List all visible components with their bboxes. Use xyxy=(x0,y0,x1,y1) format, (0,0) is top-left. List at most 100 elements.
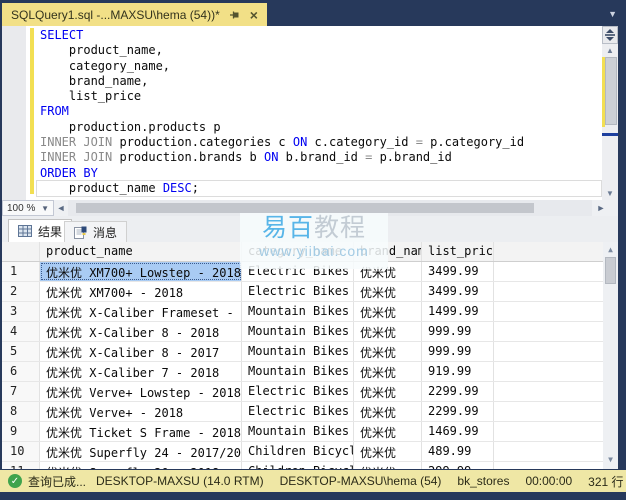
cell-product-name[interactable]: 优米优 Ticket S Frame - 2018 xyxy=(40,422,242,441)
cell-product-name[interactable]: 优米优 XM700+ - 2018 xyxy=(40,282,242,301)
grid-corner-cell[interactable] xyxy=(2,242,40,261)
row-number-cell[interactable]: 1 xyxy=(2,262,40,281)
row-number-cell[interactable]: 7 xyxy=(2,382,40,401)
cell-list-price[interactable]: 2299.99 xyxy=(422,382,494,401)
row-number-cell[interactable]: 8 xyxy=(2,402,40,421)
cell-category-name[interactable]: Mountain Bikes xyxy=(242,422,354,441)
row-filler xyxy=(494,342,618,361)
cell-list-price[interactable]: 299.99 xyxy=(422,462,494,469)
cell-category-name[interactable]: Mountain Bikes xyxy=(242,362,354,381)
cell-list-price[interactable]: 489.99 xyxy=(422,442,494,461)
split-window-grip-icon[interactable] xyxy=(602,26,618,44)
horizontal-scroll-track[interactable] xyxy=(68,200,592,216)
cell-product-name[interactable]: 优米优 Verve+ Lowstep - 2018 xyxy=(40,382,242,401)
scroll-down-icon[interactable]: ▼ xyxy=(602,187,618,200)
horizontal-scroll-thumb[interactable] xyxy=(76,203,534,213)
cell-brand-name[interactable]: 优米优 xyxy=(354,382,422,401)
pin-icon[interactable] xyxy=(228,8,242,22)
column-header-category-name[interactable]: category_name xyxy=(242,242,354,261)
cell-brand-name[interactable]: 优米优 xyxy=(354,462,422,469)
row-number-cell[interactable]: 5 xyxy=(2,342,40,361)
cell-brand-name[interactable]: 优米优 xyxy=(354,322,422,341)
cell-list-price[interactable]: 1469.99 xyxy=(422,422,494,441)
row-number-cell[interactable]: 6 xyxy=(2,362,40,381)
cell-product-name[interactable]: 优米优 X-Caliber 8 - 2018 xyxy=(40,322,242,341)
close-icon[interactable]: × xyxy=(250,8,258,22)
row-number-cell[interactable]: 2 xyxy=(2,282,40,301)
cell-list-price[interactable]: 1499.99 xyxy=(422,302,494,321)
row-filler xyxy=(494,442,618,461)
column-header-product-name[interactable]: product_name xyxy=(40,242,242,261)
row-number-cell[interactable]: 9 xyxy=(2,422,40,441)
tab-results[interactable]: 结果 xyxy=(8,219,73,242)
cell-list-price[interactable]: 999.99 xyxy=(422,342,494,361)
cell-category-name[interactable]: Mountain Bikes xyxy=(242,302,354,321)
cell-product-name[interactable]: 优米优 X-Caliber 7 - 2018 xyxy=(40,362,242,381)
tab-messages-label: 消息 xyxy=(93,225,118,240)
cell-brand-name[interactable]: 优米优 xyxy=(354,302,422,321)
editor-bottom-bar: 100 % ▼ ◄ ► xyxy=(2,200,618,216)
document-tab[interactable]: SQLQuery1.sql -...MAXSU\hema (54))* × xyxy=(2,3,267,26)
query-status-text: 查询已成... xyxy=(28,474,87,489)
code-area[interactable]: SELECT product_name, category_name, brand_n… xyxy=(2,28,602,196)
scroll-down-icon[interactable]: ▼ xyxy=(603,453,618,466)
editor-scroll-track[interactable] xyxy=(602,57,618,187)
chevron-down-icon: ▼ xyxy=(41,203,49,213)
column-header-list-price[interactable]: list_price xyxy=(422,242,494,261)
cell-category-name[interactable]: Electric Bikes xyxy=(242,402,354,421)
cell-product-name[interactable]: 优米优 Superfly 24 - 2017/2018 xyxy=(40,442,242,461)
cell-brand-name[interactable]: 优米优 xyxy=(354,422,422,441)
code-line: product_name, xyxy=(68,43,163,58)
table-row: 3优米优 X-Caliber Frameset - 2018Mountain B… xyxy=(2,302,618,322)
cell-category-name[interactable]: Electric Bikes xyxy=(242,262,354,281)
document-tab-bar: SQLQuery1.sql -...MAXSU\hema (54))* × ▼ xyxy=(0,0,626,26)
scroll-left-icon[interactable]: ◄ xyxy=(54,200,68,216)
table-row: 4 优米优 X-Caliber 8 - 2018 Mountain Bikes 优米优… xyxy=(2,322,618,342)
results-vertical-scrollbar[interactable]: ▲ ▼ xyxy=(603,242,618,469)
cell-product-name[interactable]: 优米优 Superfly 20 - 2018 xyxy=(40,462,242,469)
table-row: 11优米优 Superfly 20 - 2018Children Bicycle… xyxy=(2,462,618,469)
table-row: 10 优米优 Superfly 24 - 2017/2018 Children Bi… xyxy=(2,442,618,462)
row-filler xyxy=(494,462,618,469)
cell-category-name[interactable]: Mountain Bikes xyxy=(242,342,354,361)
cell-product-name[interactable]: 优米优 Verve+ - 2018 xyxy=(40,402,242,421)
cell-product-name[interactable]: 优米优 XM700+ Lowstep - 2018 xyxy=(40,262,242,281)
column-header-brand-name[interactable]: brand_name xyxy=(354,242,422,261)
cell-list-price[interactable]: 3499.99 xyxy=(422,282,494,301)
row-filler xyxy=(494,282,618,301)
results-scroll-thumb[interactable] xyxy=(605,257,616,284)
table-row: 6 优米优 X-Caliber 7 - 2018 Mountain Bikes 优米优… xyxy=(2,362,618,382)
editor-scroll-thumb[interactable] xyxy=(605,57,617,125)
tab-list-chevron-icon[interactable]: ▼ xyxy=(608,9,617,19)
cell-category-name[interactable]: Mountain Bikes xyxy=(242,322,354,341)
cell-list-price[interactable]: 2299.99 xyxy=(422,402,494,421)
editor-vertical-scrollbar[interactable]: ▲ ▼ xyxy=(602,26,618,200)
cell-category-name[interactable]: Electric Bikes xyxy=(242,282,354,301)
row-number-cell[interactable]: 3 xyxy=(2,302,40,321)
cell-brand-name[interactable]: 优米优 xyxy=(354,282,422,301)
row-number-cell[interactable]: 11 xyxy=(2,462,40,469)
scroll-up-icon[interactable]: ▲ xyxy=(603,243,618,256)
tab-results-label: 结果 xyxy=(38,224,63,239)
cell-list-price[interactable]: 919.99 xyxy=(422,362,494,381)
server-name: DESKTOP-MAXSU (14.0 RTM) xyxy=(96,474,264,488)
cell-brand-name[interactable]: 优米优 xyxy=(354,402,422,421)
cell-brand-name[interactable]: 优米优 xyxy=(354,342,422,361)
cell-category-name[interactable]: Children Bicycles xyxy=(242,442,354,461)
scroll-right-icon[interactable]: ► xyxy=(594,200,608,216)
cell-list-price[interactable]: 999.99 xyxy=(422,322,494,341)
cell-product-name[interactable]: 优米优 X-Caliber Frameset - 2018 xyxy=(40,302,242,321)
row-number-cell[interactable]: 4 xyxy=(2,322,40,341)
cell-brand-name[interactable]: 优米优 xyxy=(354,262,422,281)
cell-category-name[interactable]: Children Bicycles xyxy=(242,462,354,469)
cell-brand-name[interactable]: 优米优 xyxy=(354,442,422,461)
cell-product-name[interactable]: 优米优 X-Caliber 8 - 2017 xyxy=(40,342,242,361)
editor-zoom-select[interactable]: 100 % ▼ xyxy=(2,200,54,216)
scroll-up-icon[interactable]: ▲ xyxy=(602,44,618,57)
cell-category-name[interactable]: Electric Bikes xyxy=(242,382,354,401)
cell-list-price[interactable]: 3499.99 xyxy=(422,262,494,281)
row-number-cell[interactable]: 10 xyxy=(2,442,40,461)
tab-messages[interactable]: 消息 xyxy=(64,221,128,242)
sql-editor[interactable]: SELECT product_name, category_name, brand_n… xyxy=(2,26,618,200)
cell-brand-name[interactable]: 优米优 xyxy=(354,362,422,381)
